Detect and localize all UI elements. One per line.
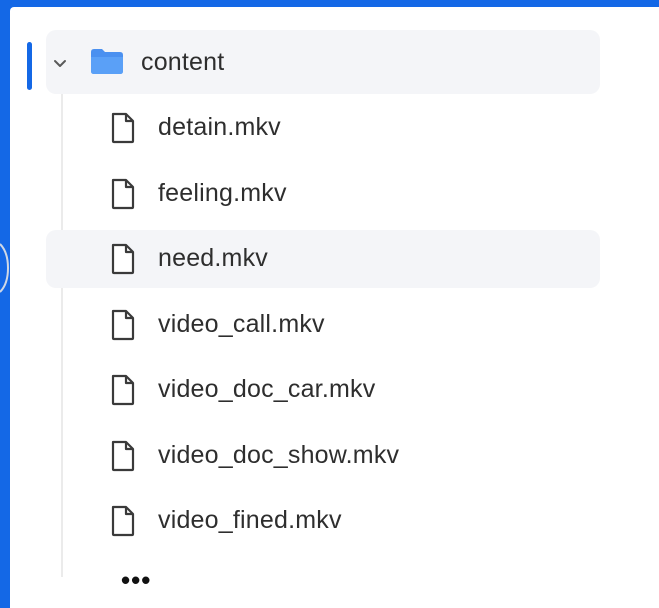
file-icon	[110, 374, 136, 406]
tree-file-item[interactable]: video_call.mkv	[10, 293, 659, 359]
file-icon	[110, 112, 136, 144]
tree-file-item[interactable]: video_doc_show.mkv	[10, 424, 659, 490]
file-icon	[110, 309, 136, 341]
folder-row-highlight	[46, 30, 600, 94]
tree-file-item[interactable]: feeling.mkv	[10, 162, 659, 228]
file-label: video_fined.mkv	[158, 506, 342, 534]
tree-file-item[interactable]: need.mkv	[10, 227, 659, 293]
file-label: video_doc_show.mkv	[158, 440, 400, 469]
file-icon	[110, 505, 136, 537]
folder-icon	[90, 47, 124, 75]
file-label: need.mkv	[158, 244, 268, 272]
file-label: video_doc_car.mkv	[158, 375, 376, 403]
tree-folder-content[interactable]: content	[10, 30, 659, 96]
file-icon	[110, 440, 136, 472]
file-label: video_call.mkv	[158, 309, 325, 338]
file-icon	[110, 243, 136, 275]
panel-edge-handle[interactable]	[0, 236, 10, 300]
more-items-indicator[interactable]: •••	[121, 567, 151, 593]
tree-file-item[interactable]: video_fined.mkv	[10, 489, 659, 555]
tree-file-item[interactable]: detain.mkv	[10, 96, 659, 162]
file-icon	[110, 178, 136, 210]
tree-file-item[interactable]: video_doc_car.mkv	[10, 358, 659, 424]
file-tree-panel: content detain.mkv feeling.mkv need.mkv vid…	[10, 7, 659, 608]
file-label: feeling.mkv	[158, 178, 287, 207]
folder-label: content	[141, 48, 225, 76]
file-label: detain.mkv	[158, 113, 281, 141]
chevron-down-icon[interactable]	[52, 57, 68, 69]
